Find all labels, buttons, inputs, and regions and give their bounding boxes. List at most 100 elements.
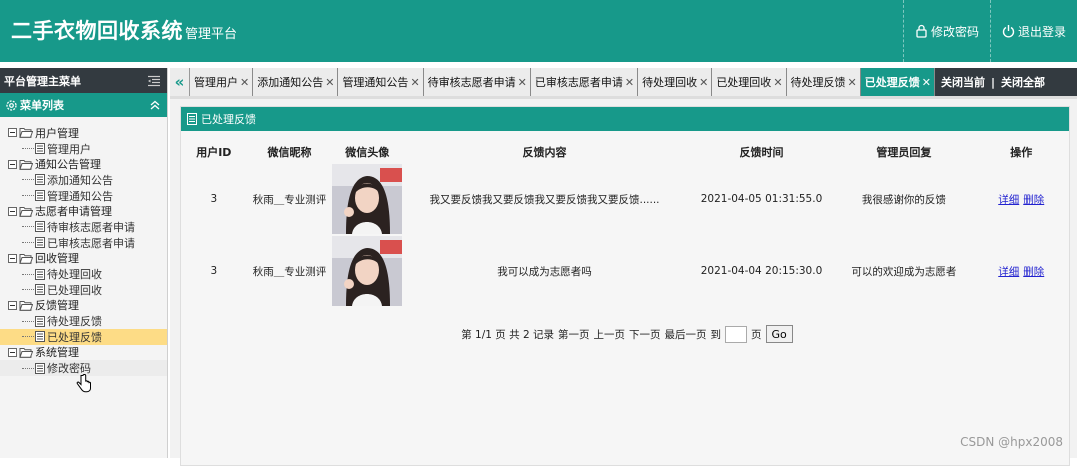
tab-reviewed-volunteer[interactable]: 已审核志愿者申请 ✕ bbox=[530, 68, 639, 96]
app-title: 二手衣物回收系统 bbox=[11, 19, 183, 43]
sidebar-item-label: 待审核志愿者申请 bbox=[47, 220, 135, 234]
close-icon[interactable]: ✕ bbox=[240, 76, 249, 89]
page-unit-label: 页 bbox=[751, 328, 762, 341]
close-icon[interactable]: ✕ bbox=[699, 76, 708, 89]
menu-group-recycle[interactable]: 回收管理 bbox=[0, 251, 167, 267]
time-cell: 2021-04-05 01:31:55.0 bbox=[700, 193, 823, 205]
nickname-cell: 秋雨＿专业测评 bbox=[252, 193, 327, 206]
menu-group-label: 用户管理 bbox=[35, 126, 79, 140]
sidebar-item-processed-recycle[interactable]: 已处理回收 bbox=[0, 282, 167, 298]
minus-box-icon bbox=[8, 159, 17, 169]
sidebar-item-reviewed-volunteer[interactable]: 已审核志愿者申请 bbox=[0, 235, 167, 251]
user-id-cell: 3 bbox=[210, 193, 218, 205]
last-page-link[interactable]: 最后一页 bbox=[665, 327, 707, 342]
panel-title: 已处理反馈 bbox=[201, 113, 256, 126]
sidebar-item-manage-users[interactable]: 管理用户 bbox=[0, 141, 167, 157]
menu-group-feedback[interactable]: 反馈管理 bbox=[0, 298, 167, 314]
tab-add-notice[interactable]: 添加通知公告 ✕ bbox=[253, 68, 339, 96]
panel-header: 已处理反馈 bbox=[181, 107, 1069, 131]
sidebar: 平台管理主菜单 菜单列表 用户管理 管理用户 通知公告管理 添加通知公告 管理通… bbox=[0, 68, 168, 458]
tab-label: 管理通知公告 bbox=[342, 76, 409, 89]
close-icon[interactable]: ✕ bbox=[773, 76, 782, 89]
sidebar-item-label: 待处理反馈 bbox=[47, 315, 102, 329]
pagination: 第 1/1 页 共 2 记录 第一页 上一页 下一页 最后一页 到 页 Go bbox=[181, 325, 1071, 343]
power-icon bbox=[1002, 25, 1015, 38]
table-row: 3 秋雨＿专业测评 我又要反馈我又要反馈我又要反馈我又要反馈...... 202… bbox=[181, 163, 1071, 235]
header-actions: 修改密码 退出登录 bbox=[902, 0, 1077, 62]
tab-pending-volunteer[interactable]: 待审核志愿者申请 ✕ bbox=[423, 68, 531, 96]
sidebar-item-label: 管理通知公告 bbox=[47, 189, 113, 203]
menu-list-label: 菜单列表 bbox=[20, 99, 64, 112]
folder-open-icon bbox=[19, 253, 33, 264]
sidebar-item-label: 管理用户 bbox=[47, 142, 91, 156]
close-icon[interactable]: ✕ bbox=[848, 76, 857, 89]
menu-group-label: 系统管理 bbox=[35, 346, 79, 360]
top-header: 二手衣物回收系统 管理平台 修改密码 退出登录 bbox=[0, 0, 1077, 62]
sidebar-item-pending-volunteer[interactable]: 待审核志愿者申请 bbox=[0, 219, 167, 235]
actions-cell: 详细 删除 bbox=[971, 163, 1071, 235]
scroll-left-icon[interactable]: « bbox=[170, 68, 190, 96]
prev-page-link[interactable]: 上一页 bbox=[594, 327, 626, 342]
folder-open-icon bbox=[19, 159, 33, 170]
menu-tree: 用户管理 管理用户 通知公告管理 添加通知公告 管理通知公告 志愿者申请管理 待… bbox=[0, 117, 167, 376]
tab-pending-recycle[interactable]: 待处理回收 ✕ bbox=[638, 68, 713, 96]
lock-icon bbox=[916, 24, 927, 38]
sidebar-item-pending-feedback[interactable]: 待处理反馈 bbox=[0, 313, 167, 329]
change-password-button[interactable]: 修改密码 bbox=[902, 0, 990, 62]
reply-cell: 我很感谢你的反馈 bbox=[861, 193, 946, 206]
minus-box-icon bbox=[8, 347, 17, 357]
close-icon[interactable]: ✕ bbox=[922, 76, 931, 89]
sidebar-item-processed-feedback[interactable]: 已处理反馈 bbox=[0, 328, 167, 345]
tab-manage-users[interactable]: 管理用户 ✕ bbox=[190, 68, 254, 96]
close-icon[interactable]: ✕ bbox=[325, 76, 334, 89]
detail-link[interactable]: 详细 bbox=[998, 194, 1019, 206]
menu-group-user[interactable]: 用户管理 bbox=[0, 125, 167, 141]
sidebar-item-add-notice[interactable]: 添加通知公告 bbox=[0, 172, 167, 188]
tab-manage-notice[interactable]: 管理通知公告 ✕ bbox=[338, 68, 424, 96]
minus-box-icon bbox=[8, 300, 17, 310]
go-button[interactable]: Go bbox=[765, 325, 793, 343]
close-all-tabs-button[interactable]: 关闭全部 bbox=[1001, 74, 1045, 90]
folder-open-icon bbox=[19, 300, 33, 311]
document-icon bbox=[187, 113, 197, 125]
next-page-link[interactable]: 下一页 bbox=[629, 327, 661, 342]
avatar bbox=[332, 236, 403, 306]
logout-button[interactable]: 退出登录 bbox=[989, 0, 1077, 62]
avatar-cell bbox=[332, 235, 403, 307]
close-current-tab-button[interactable]: 关闭当前 bbox=[941, 74, 985, 90]
detail-link[interactable]: 详细 bbox=[998, 266, 1019, 278]
column-header: 微信昵称 bbox=[267, 146, 312, 159]
close-icon[interactable]: ✕ bbox=[518, 76, 527, 89]
close-icon[interactable]: ✕ bbox=[625, 76, 634, 89]
page-icon bbox=[35, 315, 45, 327]
first-page-link[interactable]: 第一页 bbox=[558, 327, 590, 342]
tab-processed-feedback[interactable]: 已处理反馈 ✕ bbox=[860, 68, 935, 96]
change-password-label: 修改密码 bbox=[930, 24, 979, 39]
sidebar-item-manage-notice[interactable]: 管理通知公告 bbox=[0, 188, 167, 204]
feedback-panel: 已处理反馈 用户ID 微信昵称 微信头像 反馈内容 反馈时间 管理员回复 操作 bbox=[180, 106, 1070, 466]
menu-group-label: 回收管理 bbox=[35, 252, 79, 266]
menu-toggle-icon[interactable] bbox=[147, 75, 161, 87]
tab-actions: 关闭当前 | 关闭全部 bbox=[935, 68, 1051, 96]
delete-link[interactable]: 删除 bbox=[1023, 266, 1044, 278]
sidebar-item-pending-recycle[interactable]: 待处理回收 bbox=[0, 266, 167, 282]
collapse-up-icon[interactable] bbox=[149, 99, 161, 111]
menu-group-notice[interactable]: 通知公告管理 bbox=[0, 156, 167, 172]
avatar-cell bbox=[332, 163, 403, 235]
page-icon bbox=[35, 221, 45, 233]
delete-link[interactable]: 删除 bbox=[1023, 194, 1044, 206]
tab-processed-recycle[interactable]: 已处理回收 ✕ bbox=[712, 68, 787, 96]
tab-label: 已处理反馈 bbox=[864, 76, 920, 89]
reply-cell: 可以的欢迎成为志愿者 bbox=[851, 265, 957, 278]
close-icon[interactable]: ✕ bbox=[410, 76, 419, 89]
sidebar-item-label: 已审核志愿者申请 bbox=[47, 236, 135, 250]
page-number-input[interactable] bbox=[725, 325, 747, 343]
page-icon bbox=[35, 331, 45, 343]
tab-pending-feedback[interactable]: 待处理反馈 ✕ bbox=[786, 68, 861, 96]
menu-group-system[interactable]: 系统管理 bbox=[0, 345, 167, 361]
logout-label: 退出登录 bbox=[1017, 24, 1066, 39]
menu-group-volunteer[interactable]: 志愿者申请管理 bbox=[0, 203, 167, 219]
menu-list-header[interactable]: 菜单列表 bbox=[0, 93, 167, 117]
content-cell: 我又要反馈我又要反馈我又要反馈我又要反馈...... bbox=[429, 193, 660, 206]
tab-label: 管理用户 bbox=[194, 76, 238, 89]
